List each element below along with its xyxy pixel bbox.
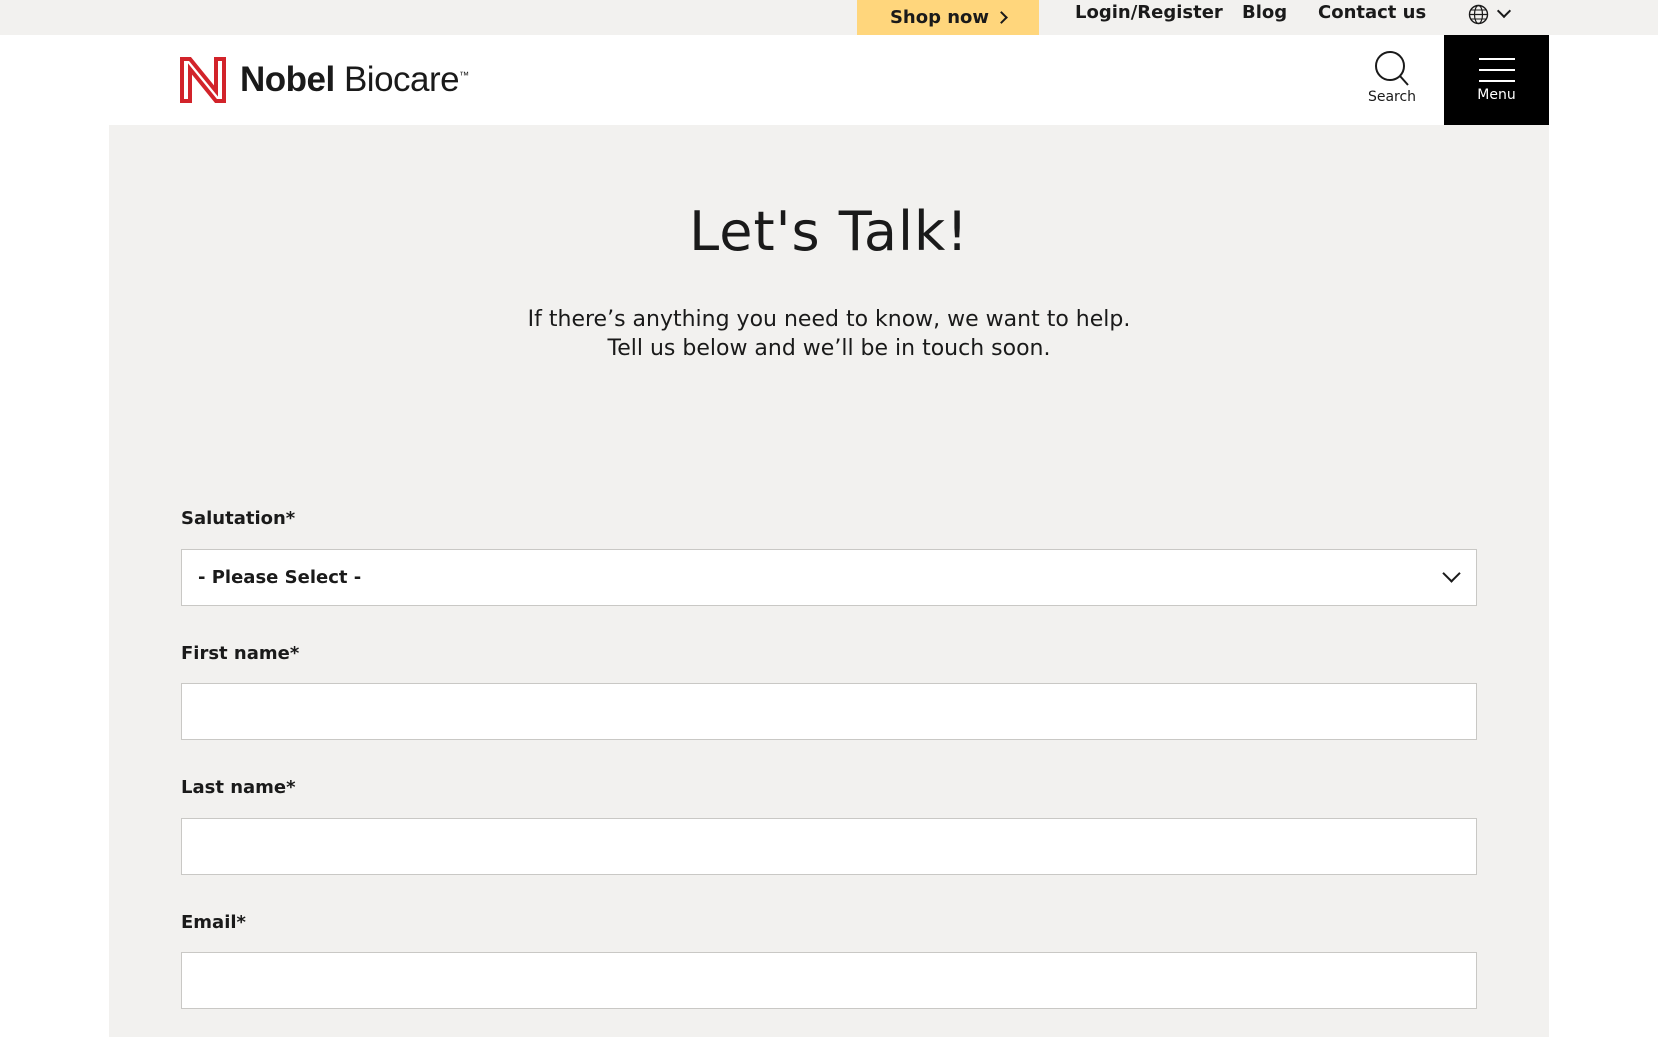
chevron-down-icon (1496, 3, 1512, 19)
shop-now-button[interactable]: Shop now (857, 0, 1039, 35)
nobel-biocare-logo[interactable]: Nobel Biocare™ (180, 56, 469, 104)
menu-button[interactable]: Menu (1444, 35, 1549, 125)
salutation-selected-value: - Please Select - (198, 567, 362, 588)
search-label: Search (1367, 89, 1417, 105)
search-icon (1375, 51, 1409, 86)
nobel-n-logo-icon (180, 57, 226, 103)
language-selector[interactable] (1468, 3, 1520, 25)
intro-line-1: If there’s anything you need to know, we… (527, 307, 1131, 332)
last-name-label: Last name* (181, 777, 296, 798)
search-button[interactable]: Search (1362, 50, 1422, 110)
last-name-input[interactable] (182, 819, 1476, 874)
globe-icon (1468, 4, 1489, 24)
site-header: Nobel Biocare™ Search Menu (0, 35, 1658, 125)
first-name-field-wrapper (181, 683, 1477, 740)
email-label: Email* (181, 912, 246, 933)
salutation-select[interactable]: - Please Select - (181, 549, 1477, 606)
login-register-link[interactable]: Login/Register (1075, 0, 1223, 35)
logo-wordmark: Nobel Biocare™ (240, 60, 469, 99)
contact-form-panel: Let's Talk! If there’s anything you need… (109, 125, 1549, 1037)
menu-label: Menu (1477, 87, 1516, 103)
last-name-field-wrapper (181, 818, 1477, 875)
shop-now-label: Shop now (889, 7, 990, 28)
intro-line-2: Tell us below and we’ll be in touch soon… (607, 336, 1051, 361)
first-name-label: First name* (181, 643, 300, 664)
blog-link[interactable]: Blog (1242, 0, 1287, 35)
email-field-wrapper (181, 952, 1477, 1009)
contact-us-link[interactable]: Contact us (1318, 0, 1426, 35)
utility-bar: Shop now Login/Register Blog Contact us (0, 0, 1658, 35)
salutation-label: Salutation* (181, 508, 296, 529)
intro-text: If there’s anything you need to know, we… (109, 305, 1549, 363)
chevron-down-icon (1442, 564, 1461, 583)
page-title: Let's Talk! (689, 200, 969, 263)
first-name-input[interactable] (182, 684, 1476, 739)
hamburger-menu-icon (1478, 58, 1515, 82)
chevron-right-icon (995, 11, 1008, 24)
email-input[interactable] (182, 953, 1476, 1008)
